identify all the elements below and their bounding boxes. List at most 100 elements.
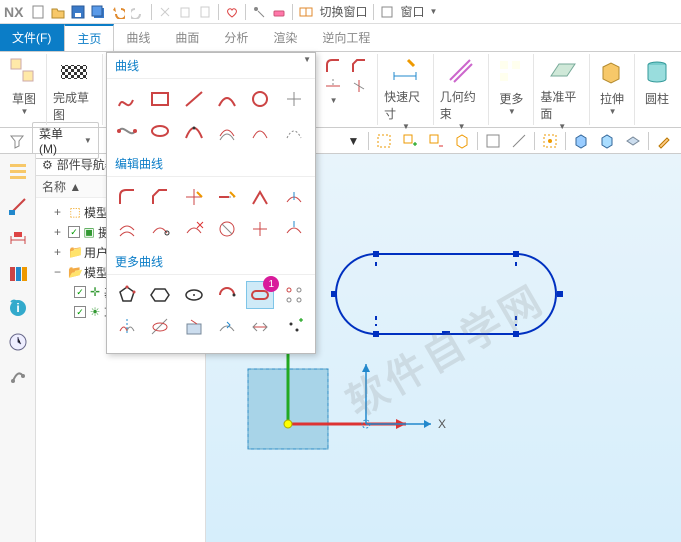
chevron-down-icon[interactable]: ▼ bbox=[21, 107, 29, 116]
heart-icon[interactable] bbox=[223, 3, 241, 21]
copy-icon[interactable] bbox=[176, 3, 194, 21]
profile-icon[interactable] bbox=[113, 85, 141, 113]
more1-icon[interactable] bbox=[213, 313, 241, 341]
clock-icon[interactable] bbox=[6, 330, 30, 354]
conic-icon[interactable] bbox=[180, 117, 208, 145]
info-icon[interactable]: i bbox=[6, 296, 30, 320]
gear-icon[interactable]: ⚙ bbox=[42, 158, 53, 172]
constraint-icon[interactable] bbox=[6, 194, 30, 218]
view-flat-icon[interactable] bbox=[622, 130, 644, 152]
chamfer-icon[interactable] bbox=[146, 183, 174, 211]
ellipse-icon[interactable] bbox=[146, 117, 174, 145]
sel-rect-icon[interactable] bbox=[373, 130, 395, 152]
chevron-down-icon[interactable]: ▼ bbox=[458, 122, 466, 131]
tab-surface[interactable]: 曲面 bbox=[163, 24, 212, 51]
point-icon[interactable] bbox=[280, 85, 308, 113]
eraser-icon[interactable] bbox=[270, 3, 288, 21]
more-icon[interactable] bbox=[495, 56, 527, 88]
filter-icon[interactable] bbox=[6, 130, 28, 152]
sel-curr-icon[interactable] bbox=[539, 130, 561, 152]
arc-icon[interactable] bbox=[213, 85, 241, 113]
slot-icon[interactable]: 1 bbox=[246, 281, 274, 309]
intersect-icon[interactable] bbox=[146, 313, 174, 341]
line-icon[interactable] bbox=[180, 85, 208, 113]
offset-icon[interactable] bbox=[213, 117, 241, 145]
derived-icon[interactable] bbox=[280, 117, 308, 145]
tab-reverse[interactable]: 逆向工程 bbox=[310, 24, 383, 51]
edit3-icon[interactable] bbox=[280, 215, 308, 243]
geocon-icon[interactable] bbox=[445, 56, 477, 86]
sel-add-icon[interactable] bbox=[399, 130, 421, 152]
new-icon[interactable] bbox=[29, 3, 47, 21]
trim2-icon[interactable] bbox=[321, 76, 345, 96]
plane-icon[interactable] bbox=[546, 56, 578, 86]
sel-dd-icon[interactable]: ▼ bbox=[342, 130, 364, 152]
tab-render[interactable]: 渲染 bbox=[261, 24, 310, 51]
sketch-icon[interactable] bbox=[8, 56, 40, 88]
edit2-icon[interactable] bbox=[246, 215, 274, 243]
switch-window-icon[interactable] bbox=[297, 3, 315, 21]
edit1-icon[interactable] bbox=[213, 215, 241, 243]
trim3-icon[interactable] bbox=[347, 76, 371, 96]
save-all-icon[interactable] bbox=[89, 3, 107, 21]
touch-icon[interactable] bbox=[250, 3, 268, 21]
pencil-icon[interactable] bbox=[653, 130, 675, 152]
window-icon[interactable] bbox=[378, 3, 396, 21]
ellipse2-icon[interactable] bbox=[180, 281, 208, 309]
extend-icon[interactable] bbox=[213, 183, 241, 211]
offset-move-icon[interactable] bbox=[113, 215, 141, 243]
polygon-icon[interactable] bbox=[113, 281, 141, 309]
corner3-icon[interactable] bbox=[347, 56, 371, 76]
chevron-down-icon[interactable]: ▼ bbox=[609, 107, 617, 116]
half-icon[interactable] bbox=[213, 281, 241, 309]
chevron-down-icon[interactable]: ▼ bbox=[558, 122, 566, 131]
move-curve-icon[interactable] bbox=[280, 183, 308, 211]
finish-sketch-icon[interactable] bbox=[58, 56, 90, 87]
switch-window-label[interactable]: 切换窗口 bbox=[319, 3, 367, 20]
save-icon[interactable] bbox=[69, 3, 87, 21]
corner-icon[interactable] bbox=[246, 183, 274, 211]
circle-icon[interactable] bbox=[246, 85, 274, 113]
spline-icon[interactable] bbox=[113, 117, 141, 145]
chevron-down-icon[interactable]: ▼ bbox=[402, 122, 410, 131]
trim-icon[interactable] bbox=[180, 183, 208, 211]
chevron-down-icon[interactable]: ▼ bbox=[508, 107, 516, 116]
chevron-down-icon[interactable]: ▼ bbox=[330, 96, 338, 105]
mirror-icon[interactable] bbox=[113, 313, 141, 341]
window-label[interactable]: 窗口 bbox=[400, 3, 424, 20]
delete-curve-icon[interactable] bbox=[180, 215, 208, 243]
history-icon[interactable] bbox=[6, 262, 30, 286]
sel-face-icon[interactable] bbox=[482, 130, 504, 152]
undo-icon[interactable] bbox=[109, 3, 127, 21]
open-icon[interactable] bbox=[49, 3, 67, 21]
view-shade2-icon[interactable] bbox=[596, 130, 618, 152]
extrude-icon[interactable] bbox=[596, 56, 628, 88]
fillet-icon[interactable] bbox=[113, 183, 141, 211]
add-point-icon[interactable] bbox=[280, 313, 308, 341]
robot-icon[interactable] bbox=[6, 364, 30, 388]
view-shade1-icon[interactable] bbox=[570, 130, 592, 152]
redo-icon[interactable] bbox=[129, 3, 147, 21]
pattern2-icon[interactable] bbox=[280, 281, 308, 309]
more2-icon[interactable] bbox=[246, 313, 274, 341]
fastdim-icon[interactable] bbox=[389, 56, 421, 86]
sel-body-icon[interactable] bbox=[451, 130, 473, 152]
hexagon-icon[interactable] bbox=[146, 281, 174, 309]
chevron-down-icon[interactable]: ▼ bbox=[303, 55, 311, 64]
tab-analysis[interactable]: 分析 bbox=[212, 24, 261, 51]
nav-icon[interactable] bbox=[6, 160, 30, 184]
project-icon[interactable] bbox=[180, 313, 208, 341]
chevron-down-icon[interactable]: ▼ bbox=[429, 7, 437, 16]
sel-edge-icon[interactable] bbox=[508, 130, 530, 152]
paste-icon[interactable] bbox=[196, 3, 214, 21]
cut-icon[interactable] bbox=[156, 3, 174, 21]
pattern-icon[interactable] bbox=[246, 117, 274, 145]
sel-sub-icon[interactable] bbox=[425, 130, 447, 152]
rect-icon[interactable] bbox=[146, 85, 174, 113]
cyl-icon[interactable] bbox=[641, 56, 673, 88]
tab-curve[interactable]: 曲线 bbox=[114, 24, 163, 51]
dim-icon[interactable] bbox=[6, 228, 30, 252]
tab-home[interactable]: 主页 bbox=[64, 24, 114, 51]
resize-curve-icon[interactable] bbox=[146, 215, 174, 243]
tab-file[interactable]: 文件(F) bbox=[0, 24, 64, 51]
